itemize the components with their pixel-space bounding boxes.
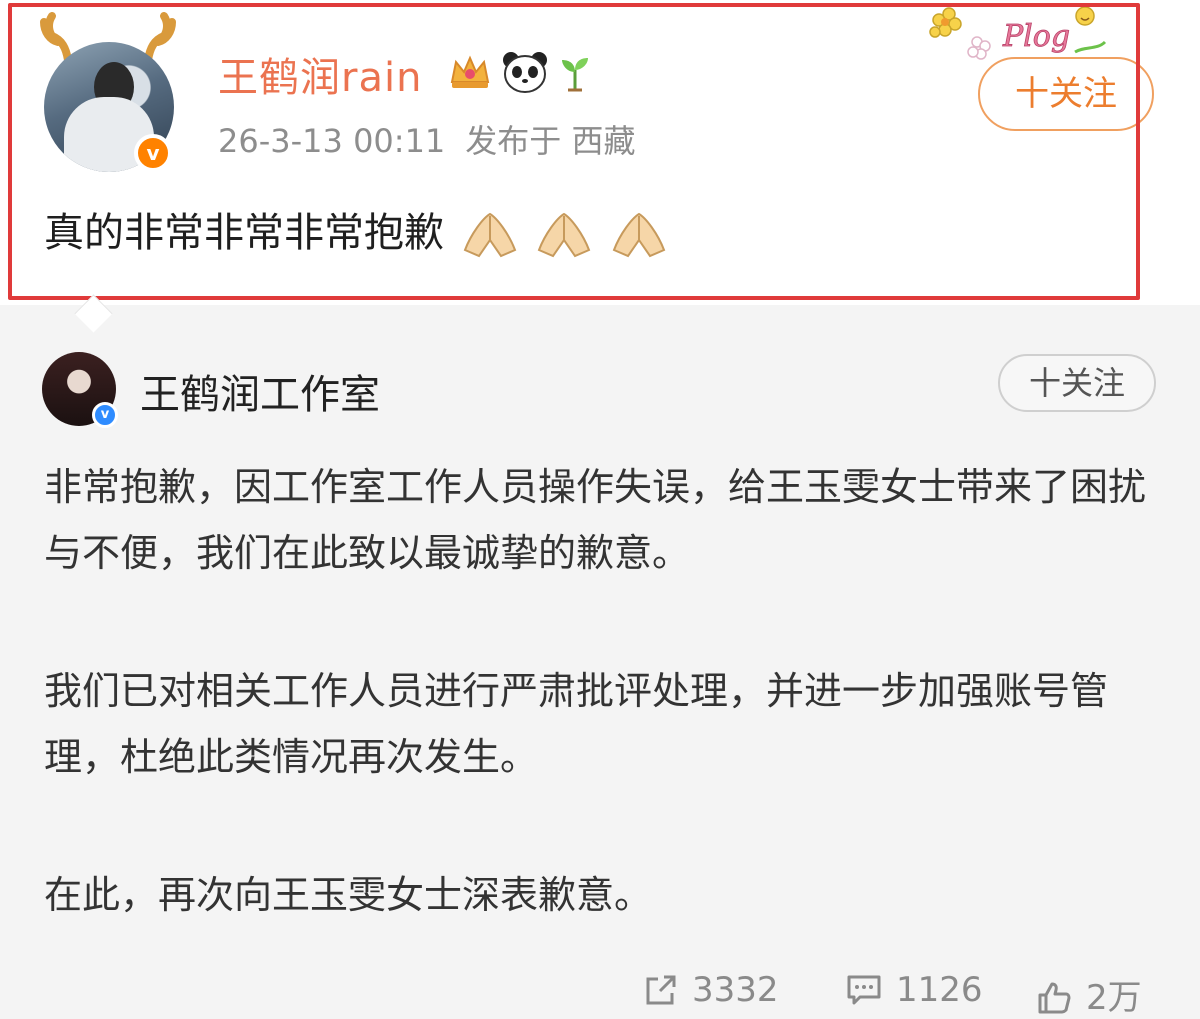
follow-studio-button[interactable]: 十关注: [998, 354, 1156, 412]
repost-paragraph-2: 我们已对相关工作人员进行严肃批评处理，并进一步加强账号管理，杜绝此类情况再次发生…: [44, 669, 1109, 779]
studio-username[interactable]: 王鹤润工作室: [140, 362, 380, 420]
highlight-frame: [8, 3, 1140, 300]
comment-icon: [847, 975, 881, 1005]
verified-blue-badge-icon: v: [92, 402, 118, 428]
comment-count: 1126: [896, 970, 983, 1010]
share-icon: [646, 975, 676, 1005]
repost-paragraph-3: 在此，再次向王玉雯女士深表歉意。: [44, 873, 653, 917]
comment-button[interactable]: 1126: [846, 970, 983, 1010]
thumbs-up-icon: [1038, 982, 1071, 1014]
repost-card: v 王鹤润工作室 十关注 非常抱歉，因工作室工作人员操作失误，给王玉雯女士带来了…: [0, 318, 1200, 1019]
repost-paragraph-1: 非常抱歉，因工作室工作人员操作失误，给王玉雯女士带来了困扰与不便，我们在此致以最…: [44, 465, 1147, 575]
repost-button[interactable]: 3332: [644, 970, 779, 1010]
stats-bar: 3332 1126 2万: [0, 968, 1200, 1018]
repost-count: 3332: [692, 970, 779, 1010]
like-button[interactable]: 2万: [1036, 970, 1142, 1019]
like-count: 2万: [1086, 978, 1142, 1018]
